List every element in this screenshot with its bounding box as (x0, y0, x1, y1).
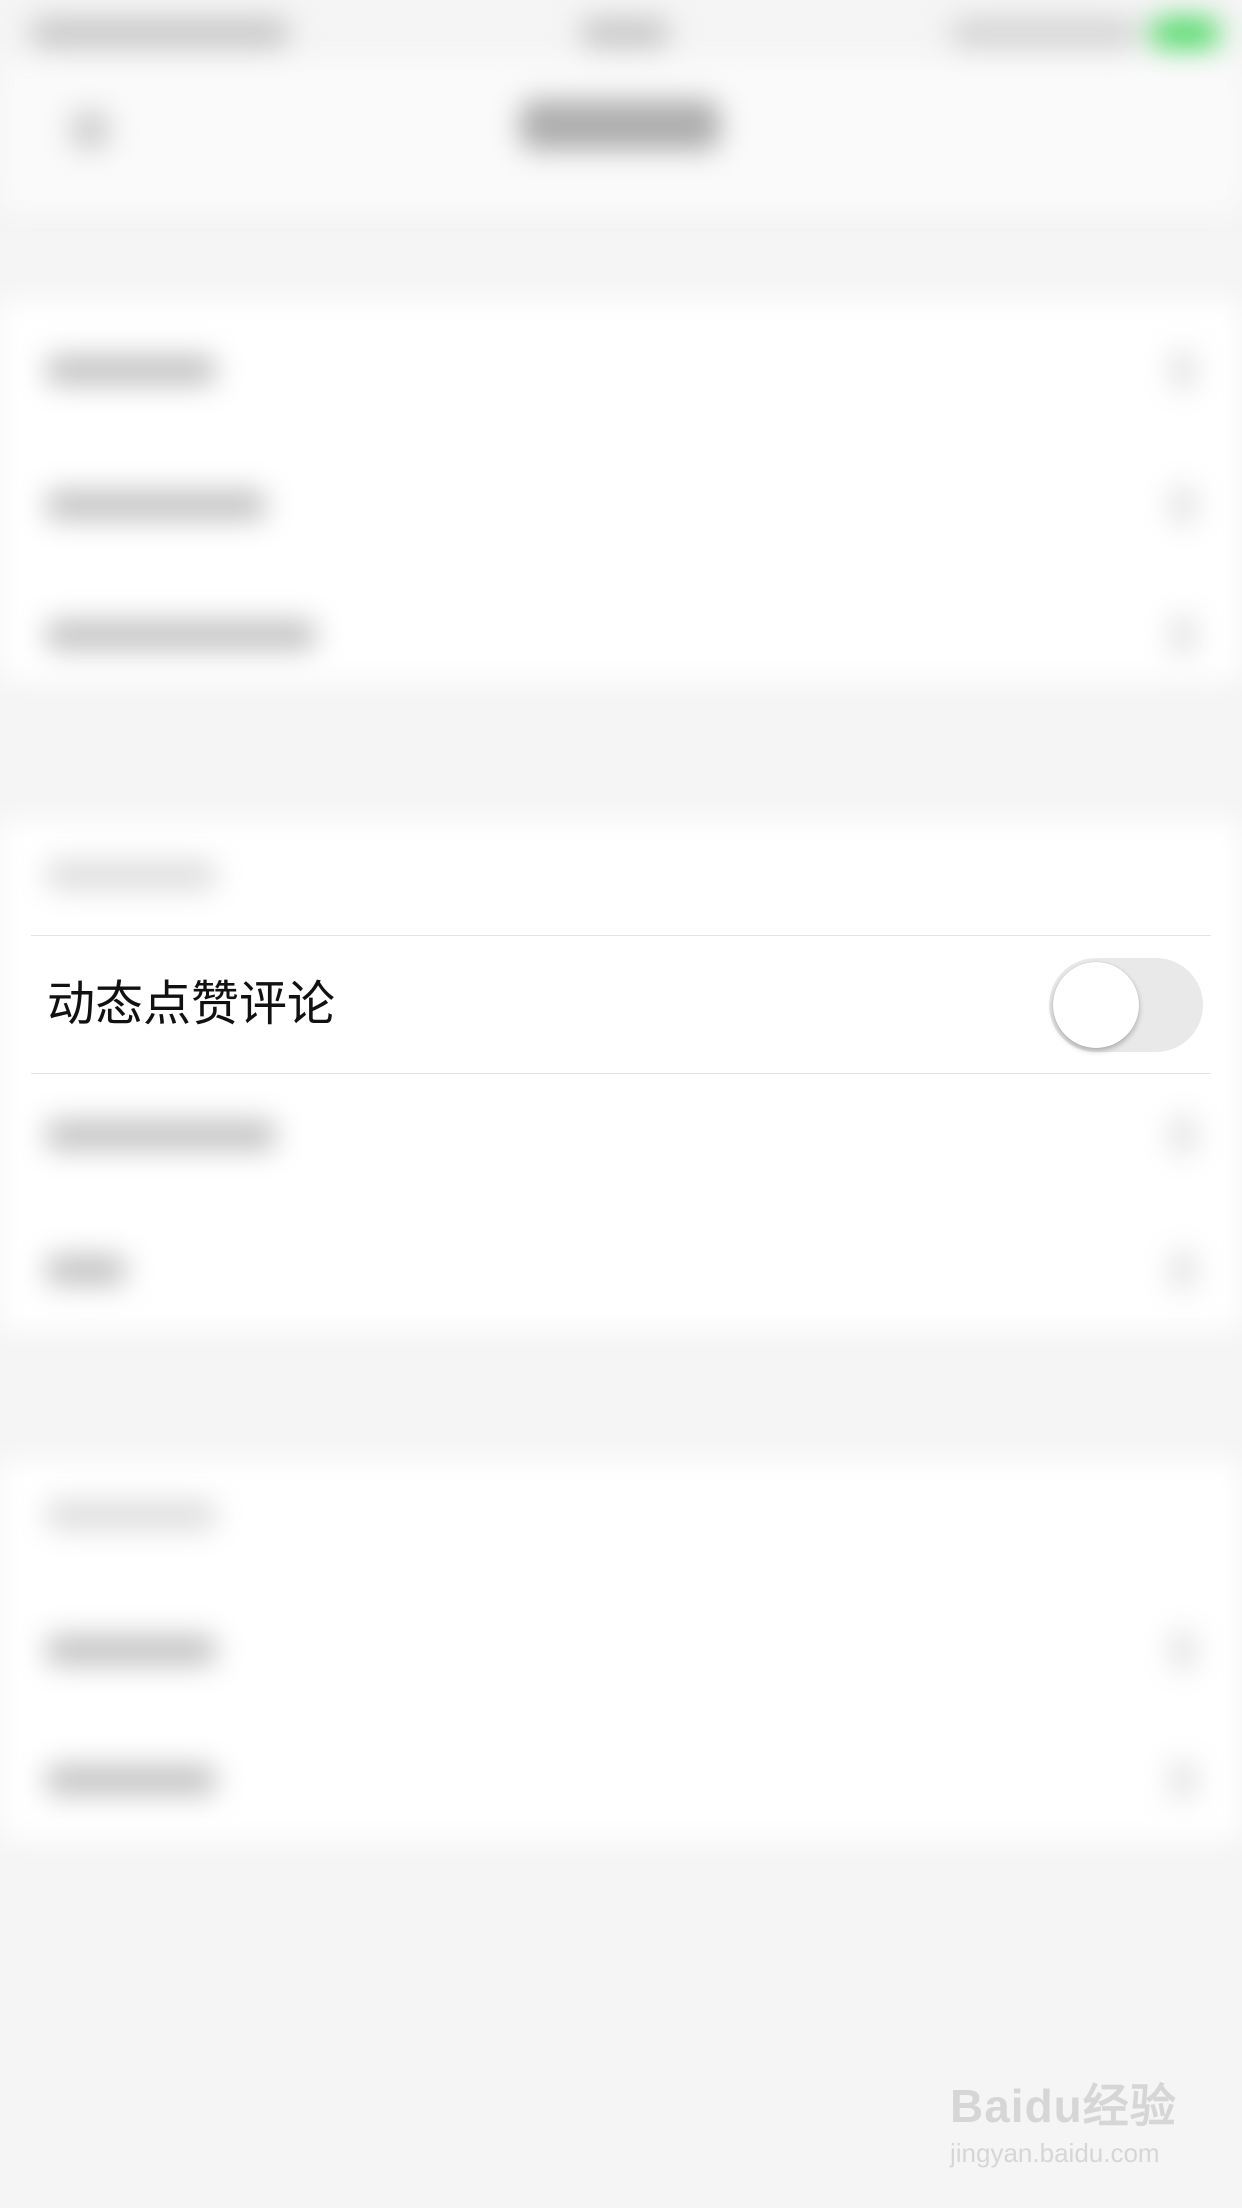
moments-likes-comments-toggle[interactable] (1049, 958, 1203, 1052)
list-item-8[interactable] (46, 1635, 216, 1665)
carrier-signal (30, 18, 290, 48)
list-item-3[interactable] (46, 620, 316, 650)
watermark-brand: Baidu经验 (950, 2080, 1177, 2132)
list-item-4[interactable] (46, 860, 216, 890)
list-item-6[interactable] (46, 1255, 126, 1285)
list-item-1[interactable] (46, 355, 216, 385)
list-item-2[interactable] (46, 490, 266, 520)
chevron-right-icon (1170, 1630, 1196, 1670)
chevron-right-icon (1170, 485, 1196, 525)
battery-icon (1150, 18, 1220, 48)
blurred-background (0, 0, 1242, 2208)
settings-group-1 (0, 300, 1242, 680)
list-item-9[interactable] (46, 1765, 216, 1795)
status-bar (0, 0, 1242, 60)
chevron-right-icon (1170, 350, 1196, 390)
moments-likes-comments-row: 动态点赞评论 (31, 935, 1211, 1074)
back-icon[interactable] (70, 110, 110, 150)
status-right-icons (950, 18, 1140, 48)
chevron-right-icon (1170, 1760, 1196, 1800)
list-item-7[interactable] (46, 1500, 216, 1530)
setting-label: 动态点赞评论 (47, 976, 336, 1032)
navigation-bar (0, 60, 1242, 210)
chevron-right-icon (1170, 1250, 1196, 1290)
settings-group-2 (0, 820, 1242, 1330)
baidu-jingyan-watermark: Baidu经验 jingyan.baidu.com (950, 2070, 1177, 2169)
toggle-knob (1053, 962, 1139, 1048)
status-time (580, 18, 670, 48)
nav-title (520, 100, 720, 150)
list-item-5[interactable] (46, 1120, 276, 1150)
chevron-right-icon (1170, 615, 1196, 655)
chevron-right-icon (1170, 1115, 1196, 1155)
watermark-url: jingyan.baidu.com (950, 2138, 1160, 2168)
settings-group-3 (0, 1460, 1242, 1840)
